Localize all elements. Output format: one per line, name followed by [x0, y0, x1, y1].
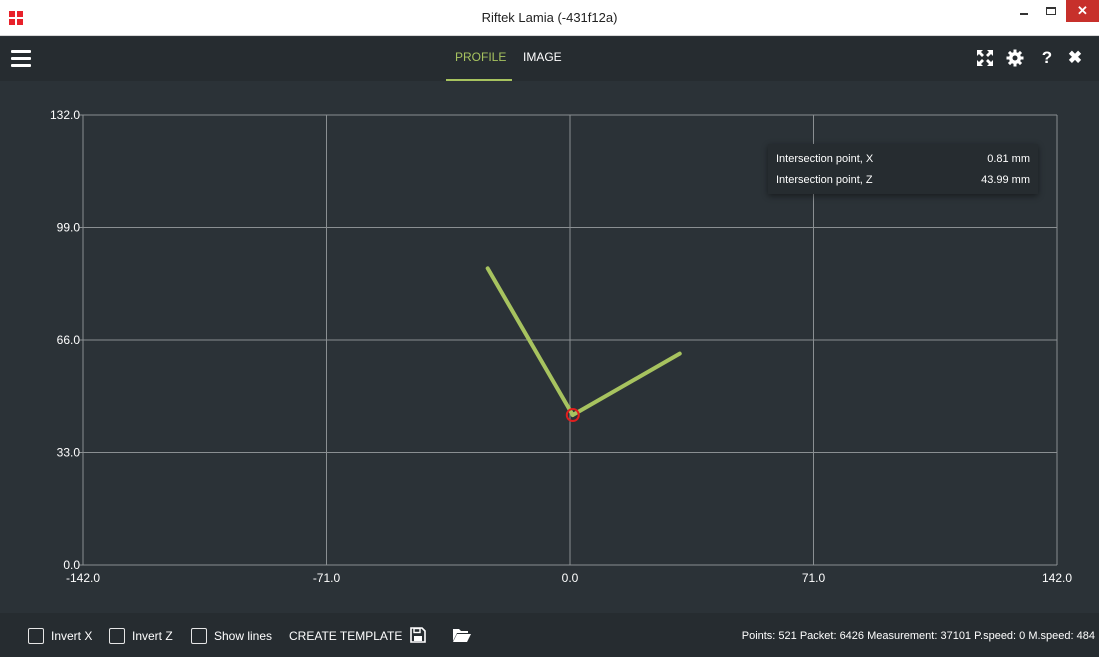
title-bar: Riftek Lamia (-431f12a) ✕ [0, 0, 1099, 36]
y-tick-label: 33.0 [57, 446, 81, 460]
intersection-tooltip: Intersection point, X 0.81 mm Intersecti… [768, 144, 1038, 194]
x-tick-label: 0.0 [562, 571, 579, 585]
window-title: Riftek Lamia (-431f12a) [481, 10, 618, 25]
create-template-button[interactable]: CREATE TEMPLATE [289, 629, 402, 643]
checkbox-box[interactable] [191, 628, 207, 644]
tooltip-row-z: Intersection point, Z 43.99 mm [776, 169, 1030, 190]
top-toolbar: PROFILE IMAGE ? ✖ [0, 37, 1099, 81]
help-icon[interactable]: ? [1038, 48, 1056, 67]
invert-x-checkbox[interactable]: Invert X [28, 627, 92, 645]
y-tick-label: 99.0 [57, 221, 81, 235]
window-close-button[interactable]: ✕ [1066, 0, 1099, 22]
x-tick-label: -142.0 [66, 571, 100, 585]
profile-line-segment [570, 351, 682, 417]
checkbox-label: Invert X [51, 629, 93, 643]
profile-chart[interactable]: -142.0 -71.0 0.0 71.0 142.0 0.0 33.0 66.0 99.0 13… [0, 81, 1099, 613]
minimize-button[interactable] [1011, 0, 1037, 22]
save-icon[interactable] [410, 627, 426, 648]
status-readout: Points: 521 Packet: 6426 Measurement: 37… [741, 630, 1095, 642]
y-tick-label: 132.0 [50, 108, 80, 122]
tooltip-label: Intersection point, X [776, 152, 874, 165]
tooltip-label: Intersection point, Z [776, 173, 873, 186]
checkbox-box[interactable] [109, 628, 125, 644]
y-tick-label: 0.0 [63, 558, 80, 572]
profile-line-segment [485, 266, 575, 417]
menu-icon[interactable] [11, 50, 31, 67]
invert-z-checkbox[interactable]: Invert Z [109, 627, 173, 645]
close-icon[interactable]: ✖ [1066, 48, 1084, 67]
y-tick-label: 66.0 [57, 333, 81, 347]
bottom-bar: Invert X Invert Z Show lines CREATE TEMP… [0, 613, 1099, 657]
checkbox-label: Invert Z [132, 629, 173, 643]
open-folder-icon[interactable] [452, 627, 472, 648]
tooltip-value: 43.99 mm [981, 173, 1030, 186]
tab-image[interactable]: IMAGE [523, 50, 562, 64]
minimize-icon [1020, 13, 1028, 15]
fullscreen-icon[interactable] [976, 49, 994, 67]
show-lines-checkbox[interactable]: Show lines [191, 627, 272, 645]
x-tick-label: 71.0 [802, 571, 826, 585]
checkbox-box[interactable] [28, 628, 44, 644]
x-tick-label: 142.0 [1042, 571, 1072, 585]
maximize-button[interactable] [1038, 0, 1064, 22]
x-tick-label: -71.0 [313, 571, 341, 585]
tab-profile[interactable]: PROFILE [455, 50, 506, 64]
app-window: Riftek Lamia (-431f12a) ✕ PROFILE IMAGE [0, 0, 1099, 657]
checkbox-label: Show lines [214, 629, 273, 643]
tooltip-value: 0.81 mm [987, 152, 1030, 165]
tooltip-row-x: Intersection point, X 0.81 mm [776, 148, 1030, 169]
gear-icon[interactable] [1006, 49, 1024, 67]
maximize-icon [1046, 7, 1056, 15]
